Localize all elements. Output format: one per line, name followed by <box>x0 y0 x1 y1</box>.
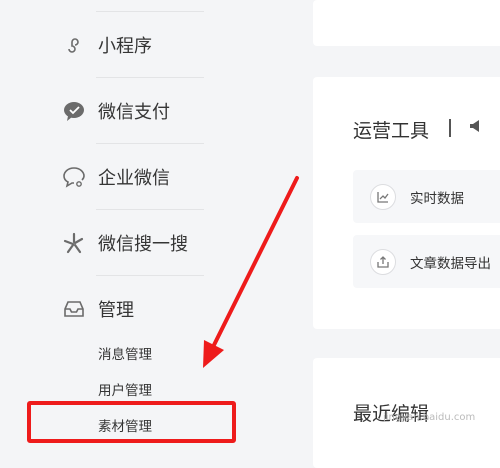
tool-item-label: 实时数据 <box>410 190 464 207</box>
tool-item-article-data-export[interactable]: 文章数据导出 <box>353 235 500 288</box>
title-separator <box>449 119 451 137</box>
watermark: jingyan.baidu.com <box>383 412 476 423</box>
tool-item-realtime-data[interactable]: 实时数据 <box>353 170 500 223</box>
operation-tools-title: 运营工具 <box>353 120 430 142</box>
chart-icon <box>370 183 396 210</box>
export-icon <box>370 248 396 275</box>
overview-card <box>313 0 500 46</box>
tool-item-label: 文章数据导出 <box>410 255 491 272</box>
megaphone-icon[interactable] <box>468 118 484 138</box>
